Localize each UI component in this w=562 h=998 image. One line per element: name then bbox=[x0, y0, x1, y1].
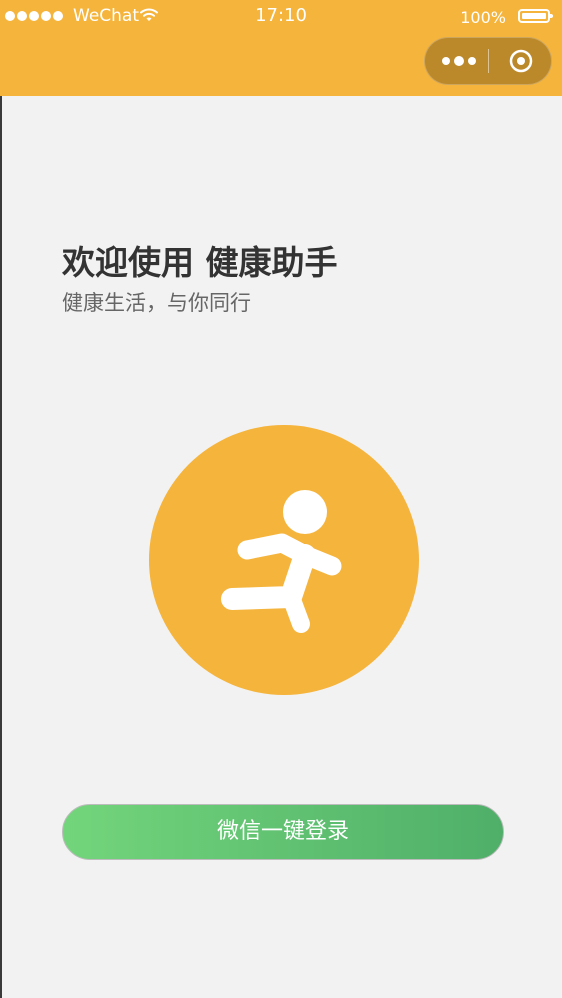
target-close-icon[interactable] bbox=[509, 49, 533, 73]
page-title: 欢迎使用 健康助手 bbox=[62, 243, 338, 282]
hero-circle bbox=[149, 425, 419, 695]
page-subtitle: 健康生活，与你同行 bbox=[62, 291, 251, 315]
miniprogram-capsule bbox=[424, 37, 552, 85]
battery-icon bbox=[518, 9, 553, 23]
more-dots-icon[interactable] bbox=[439, 38, 479, 84]
status-bar: WeChat 17:10 100% bbox=[0, 0, 562, 30]
app-header: WeChat 17:10 100% bbox=[0, 0, 562, 96]
running-person-icon bbox=[221, 490, 342, 633]
battery-percentage: 100% bbox=[460, 8, 506, 27]
left-edge-line bbox=[0, 96, 2, 998]
wechat-login-button[interactable]: 微信一键登录 bbox=[62, 804, 504, 860]
capsule-divider bbox=[488, 49, 489, 73]
